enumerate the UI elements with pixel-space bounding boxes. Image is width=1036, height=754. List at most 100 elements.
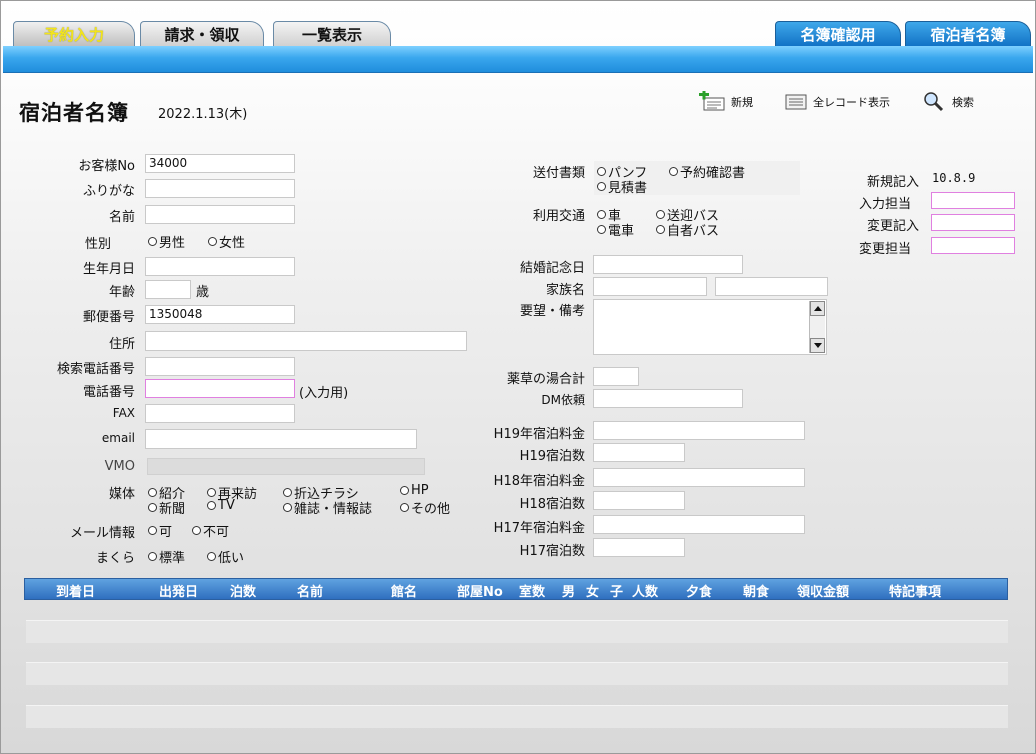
h19-nights-label: H19宿泊数 <box>519 449 585 464</box>
requests-scrollbar[interactable] <box>809 301 825 353</box>
radio-dot-icon <box>148 488 157 497</box>
postal-code-field[interactable]: 1350048 <box>145 305 295 324</box>
documents-estimate-checkbox[interactable]: 見積書 <box>597 177 647 196</box>
col-receipt-amount[interactable]: 領収金額 <box>797 581 849 600</box>
option-label: 電車 <box>608 224 635 239</box>
scroll-down-icon[interactable] <box>810 338 825 353</box>
media-other-radio[interactable]: その他 <box>400 498 450 517</box>
radio-dot-icon <box>669 167 678 176</box>
pillow-low-radio[interactable]: 低い <box>207 547 244 566</box>
h18-fee-field[interactable] <box>593 468 805 487</box>
tab-guest-register[interactable]: 宿泊者名簿 <box>905 21 1031 47</box>
table-row[interactable] <box>26 620 1008 643</box>
entry-staff-field[interactable] <box>931 192 1015 209</box>
requests-textarea[interactable] <box>593 299 827 355</box>
col-arrival-date[interactable]: 到着日 <box>56 581 95 600</box>
anniversary-field[interactable] <box>593 255 743 274</box>
table-row[interactable] <box>26 662 1008 685</box>
anniversary-label: 結婚記念日 <box>519 261 585 276</box>
family-name-field-2[interactable] <box>715 277 828 296</box>
tab-billing-receipt[interactable]: 請求・領収 <box>140 21 264 47</box>
col-nights[interactable]: 泊数 <box>230 581 256 600</box>
furigana-label: ふりがな <box>82 184 135 199</box>
change-staff-field[interactable] <box>931 237 1015 254</box>
h19-nights-field[interactable] <box>593 443 685 462</box>
scroll-up-icon[interactable] <box>810 301 825 316</box>
family-name-field-1[interactable] <box>593 277 707 296</box>
media-newspaper-radio[interactable]: 新聞 <box>148 498 185 517</box>
documents-confirmation-checkbox[interactable]: 予約確認書 <box>669 162 745 181</box>
transport-train-checkbox[interactable]: 電車 <box>597 220 634 239</box>
col-building[interactable]: 館名 <box>391 581 417 600</box>
vmo-field <box>147 458 425 475</box>
new-record-icon <box>699 91 725 111</box>
show-all-records-label: 全レコード表示 <box>813 96 890 109</box>
col-name[interactable]: 名前 <box>297 581 323 600</box>
fax-field[interactable] <box>145 404 295 423</box>
h17-fee-field[interactable] <box>593 515 805 534</box>
customer-no-field[interactable]: 34000 <box>145 154 295 173</box>
h17-nights-field[interactable] <box>593 538 685 557</box>
radio-dot-icon <box>597 167 606 176</box>
tab-reservation-entry[interactable]: 予約入力 <box>13 21 135 47</box>
tab-roster-check[interactable]: 名簿確認用 <box>775 21 901 47</box>
h18-nights-field[interactable] <box>593 491 685 510</box>
transport-own-bus-checkbox[interactable]: 自者バス <box>656 220 719 239</box>
gender-female-radio[interactable]: 女性 <box>208 232 245 251</box>
search-button[interactable]: 検索 <box>922 91 974 113</box>
radio-dot-icon <box>148 526 157 535</box>
requests-label: 要望・備考 <box>519 304 585 319</box>
fax-label: FAX <box>112 406 135 420</box>
new-entry-label: 新規記入 <box>866 175 919 190</box>
page-title: 宿泊者名簿 <box>19 100 129 125</box>
media-magazine-radio[interactable]: 雑誌・情報誌 <box>283 498 372 517</box>
gender-male-radio[interactable]: 男性 <box>148 232 185 251</box>
col-room-no[interactable]: 部屋No <box>457 581 503 600</box>
h19-fee-label: H19年宿泊料金 <box>493 427 585 442</box>
media-tv-radio[interactable]: TV <box>207 498 235 513</box>
h18-fee-label: H18年宿泊料金 <box>493 474 585 489</box>
documents-label: 送付書類 <box>532 166 585 181</box>
search-phone-field[interactable] <box>145 357 295 376</box>
col-dinner[interactable]: 夕食 <box>686 581 712 600</box>
name-field[interactable] <box>145 205 295 224</box>
media-hp-radio[interactable]: HP <box>400 483 429 498</box>
col-guest-count[interactable]: 人数 <box>632 581 658 600</box>
herbal-bath-field[interactable] <box>593 367 639 386</box>
h17-fee-label: H17年宿泊料金 <box>493 521 585 536</box>
h19-fee-field[interactable] <box>593 421 805 440</box>
change-entry-field[interactable] <box>931 214 1015 231</box>
col-departure-date[interactable]: 出発日 <box>159 581 198 600</box>
address-field[interactable] <box>145 331 467 351</box>
age-field[interactable] <box>145 280 191 299</box>
col-male[interactable]: 男 <box>562 581 575 600</box>
furigana-field[interactable] <box>145 179 295 198</box>
dm-request-field[interactable] <box>593 389 743 408</box>
option-label: 雑誌・情報誌 <box>294 502 373 517</box>
option-label: 可 <box>159 525 173 540</box>
col-remarks[interactable]: 特記事項 <box>889 581 941 600</box>
tab-list-view[interactable]: 一覧表示 <box>273 21 391 47</box>
postal-code-label: 郵便番号 <box>82 310 135 325</box>
mail-info-label: メール情報 <box>69 526 135 541</box>
birthdate-field[interactable] <box>145 257 295 276</box>
gender-label: 性別 <box>84 237 111 252</box>
phone-field[interactable] <box>145 379 295 398</box>
show-all-records-button[interactable]: 全レコード表示 <box>785 91 890 113</box>
new-record-button[interactable]: 新規 <box>699 91 753 113</box>
radio-dot-icon <box>597 182 606 191</box>
pillow-standard-radio[interactable]: 標準 <box>148 547 185 566</box>
mail-info-no-radio[interactable]: 不可 <box>192 521 229 540</box>
col-breakfast[interactable]: 朝食 <box>743 581 769 600</box>
address-label: 住所 <box>108 337 135 352</box>
stay-history-table-header: 到着日 出発日 泊数 名前 館名 部屋No 室数 男 女 子 人数 夕食 朝食 … <box>24 578 1008 600</box>
table-row[interactable] <box>26 705 1008 728</box>
mail-info-yes-radio[interactable]: 可 <box>148 521 172 540</box>
col-female[interactable]: 女 <box>586 581 599 600</box>
radio-dot-icon <box>207 501 216 510</box>
option-label: その他 <box>411 502 451 517</box>
col-room-count[interactable]: 室数 <box>519 581 545 600</box>
email-field[interactable] <box>145 429 417 449</box>
option-label: 自者バス <box>667 224 720 239</box>
col-child[interactable]: 子 <box>610 581 623 600</box>
